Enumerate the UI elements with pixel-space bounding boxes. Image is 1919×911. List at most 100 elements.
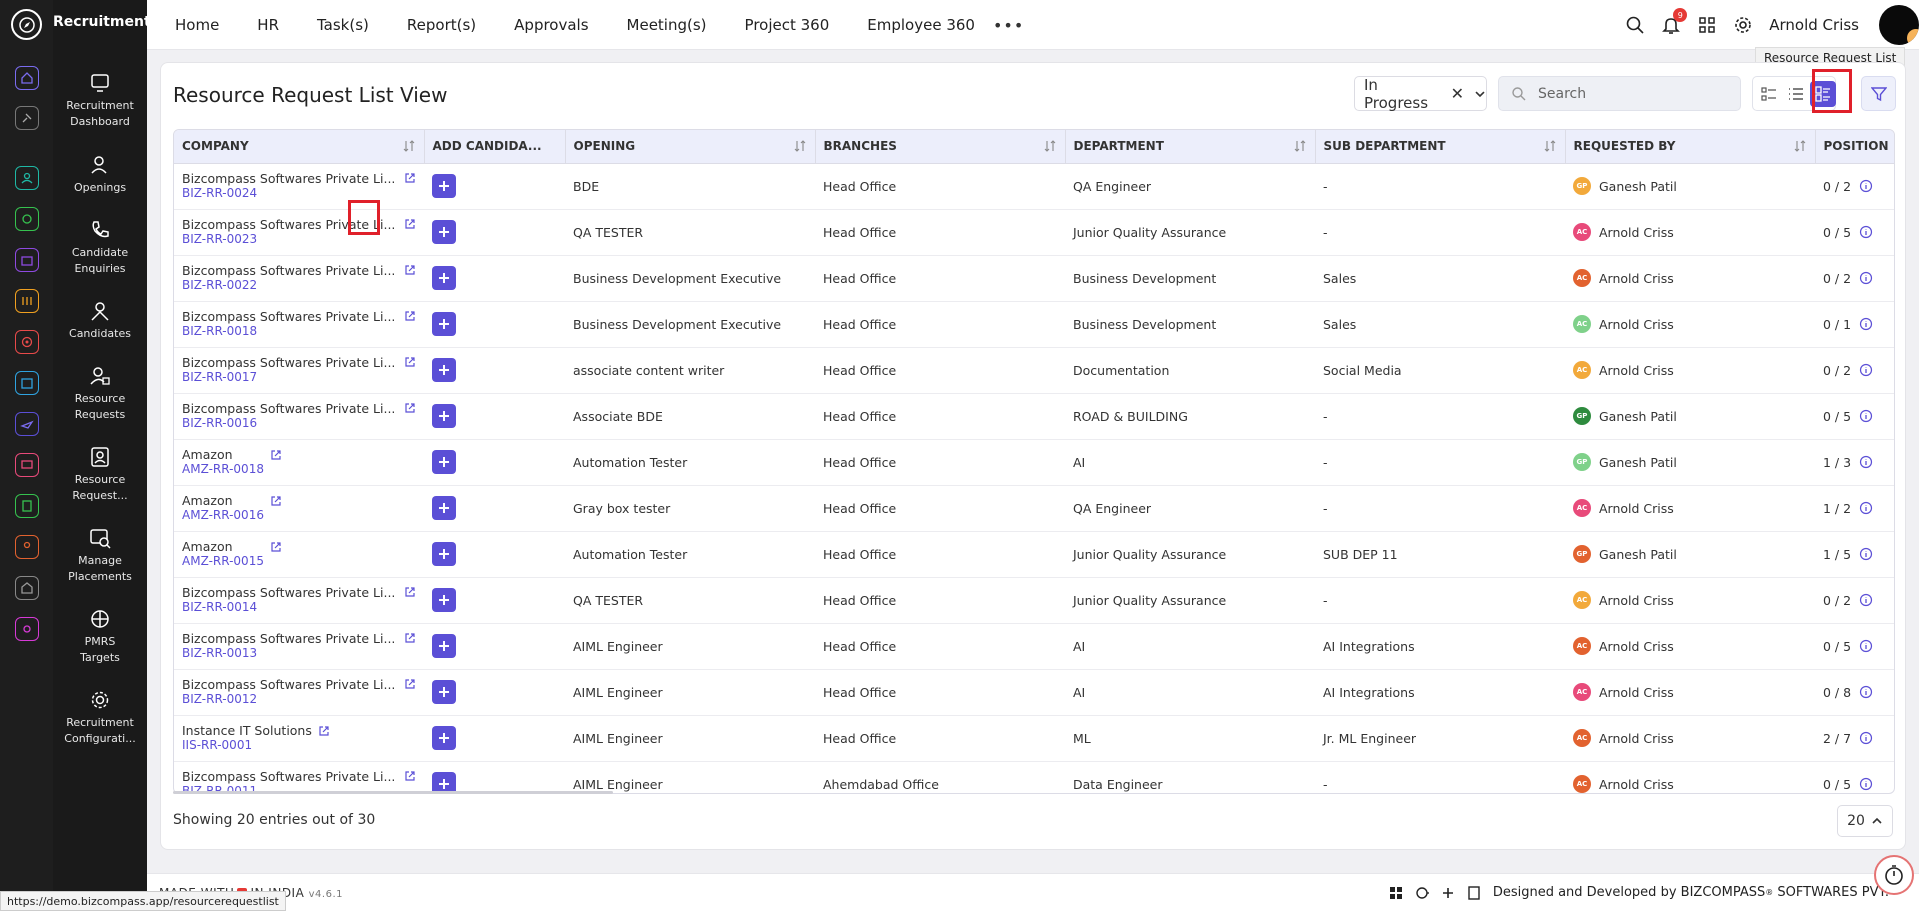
table-row[interactable]: Bizcompass Softwares Private Li... BIZ-R…: [174, 301, 1894, 347]
column-header-sub-department[interactable]: SUB DEPARTMENT: [1315, 130, 1566, 164]
table-row[interactable]: Bizcompass Softwares Private Li... BIZ-R…: [174, 669, 1894, 715]
info-icon[interactable]: [1859, 363, 1873, 377]
sort-icon[interactable]: [402, 139, 416, 153]
info-icon[interactable]: [1859, 225, 1873, 239]
support-icon[interactable]: [1415, 886, 1429, 900]
request-code-link[interactable]: BIZ-RR-0012: [182, 692, 395, 707]
rail-plane-icon[interactable]: [15, 412, 39, 436]
plus-icon[interactable]: [1441, 886, 1455, 900]
rail-briefcase-icon[interactable]: [15, 248, 39, 272]
add-candidate-button[interactable]: [432, 450, 456, 474]
sidebar-item-pmrs-targets[interactable]: PMRS Targets: [53, 608, 147, 666]
request-code-link[interactable]: BIZ-RR-0014: [182, 600, 395, 615]
external-link-icon[interactable]: [270, 541, 282, 553]
external-link-icon[interactable]: [404, 264, 416, 276]
info-icon[interactable]: [1859, 317, 1873, 331]
info-icon[interactable]: [1859, 593, 1873, 607]
sort-icon[interactable]: [1543, 139, 1557, 153]
add-candidate-button[interactable]: [432, 588, 456, 612]
table-row[interactable]: Instance IT Solutions IIS-RR-0001 AIML E…: [174, 715, 1894, 761]
sidebar-item-candidate-enquiries[interactable]: Candidate Enquiries: [53, 219, 147, 277]
settings-gear-icon[interactable]: [1733, 15, 1753, 35]
sidebar-item-recruitment-configuration[interactable]: Recruitment Configurati...: [53, 689, 147, 747]
list-view-button[interactable]: [1783, 81, 1809, 107]
request-code-link[interactable]: AMZ-RR-0016: [182, 508, 264, 523]
request-code-link[interactable]: BIZ-RR-0016: [182, 416, 395, 431]
table-row[interactable]: Amazon AMZ-RR-0018 Automation Tester Hea…: [174, 439, 1894, 485]
user-avatar[interactable]: [1879, 5, 1919, 45]
rail-person-icon[interactable]: [15, 535, 39, 559]
table-row[interactable]: Amazon AMZ-RR-0016 Gray box tester Head …: [174, 485, 1894, 531]
external-link-icon[interactable]: [270, 449, 282, 461]
sort-icon[interactable]: [1043, 139, 1057, 153]
info-icon[interactable]: [1859, 639, 1873, 653]
rail-people-icon[interactable]: [15, 166, 39, 190]
table-row[interactable]: Bizcompass Softwares Private Li... BIZ-R…: [174, 577, 1894, 623]
nav-project-360[interactable]: Project 360: [745, 16, 830, 34]
page-size-select[interactable]: 20: [1837, 805, 1893, 837]
external-link-icon[interactable]: [404, 402, 416, 414]
column-header-branches[interactable]: BRANCHES: [815, 130, 1066, 164]
external-link-icon[interactable]: [318, 725, 330, 737]
rail-building-icon[interactable]: [15, 576, 39, 600]
add-candidate-button[interactable]: [432, 542, 456, 566]
column-header-requested-by[interactable]: REQUESTED BY: [1565, 130, 1816, 164]
external-link-icon[interactable]: [404, 172, 416, 184]
request-code-link[interactable]: BIZ-RR-0022: [182, 278, 395, 293]
info-icon[interactable]: [1859, 271, 1873, 285]
external-link-icon[interactable]: [404, 586, 416, 598]
nav-employee-360[interactable]: Employee 360: [867, 16, 975, 34]
sort-icon[interactable]: [1293, 139, 1307, 153]
rail-pin-icon[interactable]: [15, 106, 39, 130]
add-candidate-button[interactable]: [432, 174, 456, 198]
search-icon[interactable]: [1625, 15, 1645, 35]
info-icon[interactable]: [1859, 501, 1873, 515]
user-name[interactable]: Arnold Criss: [1769, 16, 1859, 34]
external-link-icon[interactable]: [404, 678, 416, 690]
external-link-icon[interactable]: [404, 310, 416, 322]
search-input[interactable]: [1538, 85, 1728, 102]
nav-meetings[interactable]: Meeting(s): [627, 16, 707, 34]
request-code-link[interactable]: BIZ-RR-0018: [182, 324, 395, 339]
external-link-icon[interactable]: [404, 632, 416, 644]
document-icon[interactable]: [1467, 885, 1481, 900]
table-row[interactable]: Bizcompass Softwares Private Li... BIZ-R…: [174, 209, 1894, 255]
bell-icon[interactable]: 9: [1661, 8, 1688, 35]
sidebar-item-resource-request[interactable]: Resource Request...: [53, 446, 147, 504]
table-row[interactable]: Bizcompass Softwares Private Li... BIZ-R…: [174, 393, 1894, 439]
add-candidate-button[interactable]: [432, 266, 456, 290]
rail-settings-icon[interactable]: [15, 617, 39, 641]
add-candidate-button[interactable]: [432, 220, 456, 244]
nav-reports[interactable]: Report(s): [407, 16, 476, 34]
rail-target-icon[interactable]: [15, 330, 39, 354]
add-candidate-button[interactable]: [432, 496, 456, 520]
request-code-link[interactable]: BIZ-RR-0024: [182, 186, 395, 201]
nav-approvals[interactable]: Approvals: [514, 16, 588, 34]
sidebar-item-resource-requests[interactable]: Resource Requests: [53, 365, 147, 423]
external-link-icon[interactable]: [404, 356, 416, 368]
timer-button[interactable]: [1874, 855, 1914, 895]
app-logo[interactable]: [11, 9, 42, 40]
rail-home-icon[interactable]: [15, 66, 39, 90]
table-row[interactable]: Bizcompass Softwares Private Li... BIZ-R…: [174, 163, 1894, 209]
horizontal-scrollbar[interactable]: [173, 791, 613, 794]
rail-archive-icon[interactable]: [15, 371, 39, 395]
sidebar-item-recruitment-dashboard[interactable]: Recruitment Dashboard: [53, 72, 147, 130]
sidebar-item-openings[interactable]: Openings: [53, 154, 147, 196]
info-icon[interactable]: [1859, 179, 1873, 193]
add-candidate-button[interactable]: [432, 634, 456, 658]
nav-hr[interactable]: HR: [257, 16, 279, 34]
add-candidate-button[interactable]: [432, 312, 456, 336]
request-code-link[interactable]: BIZ-RR-0017: [182, 370, 395, 385]
sort-icon[interactable]: [1793, 139, 1807, 153]
table-row[interactable]: Bizcompass Softwares Private Li... BIZ-R…: [174, 255, 1894, 301]
nav-tasks[interactable]: Task(s): [317, 16, 369, 34]
windows-icon[interactable]: [1389, 886, 1403, 900]
apps-grid-icon[interactable]: [1697, 15, 1717, 35]
info-icon[interactable]: [1859, 455, 1873, 469]
table-row[interactable]: Bizcompass Softwares Private Li... BIZ-R…: [174, 761, 1894, 793]
external-link-icon[interactable]: [404, 218, 416, 230]
column-header-opening[interactable]: OPENING: [565, 130, 816, 164]
clear-filter-icon[interactable]: ✕: [1451, 84, 1464, 103]
sort-icon[interactable]: [793, 139, 807, 153]
